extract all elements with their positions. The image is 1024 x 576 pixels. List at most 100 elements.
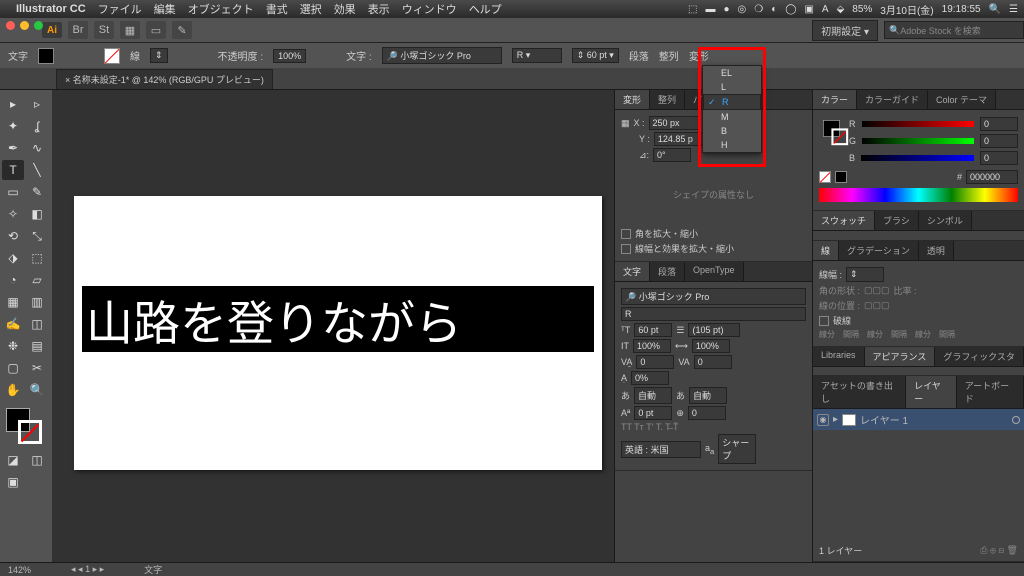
document-tab[interactable]: × 名称未設定-1* @ 142% (RGB/GPU プレビュー)	[56, 69, 273, 89]
direct-selection-tool[interactable]: ▹	[26, 94, 48, 114]
selection-tool[interactable]: ▸	[2, 94, 24, 114]
type-tool[interactable]: T	[2, 160, 24, 180]
antialias-select[interactable]: シャープ	[718, 434, 756, 464]
eyedropper-tool[interactable]: ✍	[2, 314, 24, 334]
canvas-area[interactable]: 山路を登りながら	[52, 90, 614, 562]
stroke-width-input[interactable]: ⇕	[846, 267, 884, 282]
blend-tool[interactable]: ◫	[26, 314, 48, 334]
style-option-m[interactable]: M	[703, 110, 761, 124]
close-window[interactable]	[6, 21, 15, 30]
stroke-weight-input[interactable]: ⇕	[150, 48, 168, 63]
stroke-swatch[interactable]	[104, 48, 120, 64]
workspace-switcher[interactable]: 初期設定 ▾	[812, 20, 878, 41]
free-transform-tool[interactable]: ⬚	[26, 248, 48, 268]
perspective-tool[interactable]: ▱	[26, 270, 48, 290]
paintbrush-tool[interactable]: ✎	[26, 182, 48, 202]
b-input[interactable]: 0	[980, 151, 1018, 165]
artboard[interactable]: 山路を登りながら	[74, 196, 602, 470]
help-menu[interactable]: ヘルプ	[469, 1, 502, 17]
scale-strokes-checkbox[interactable]	[621, 244, 631, 254]
tab-opentype[interactable]: OpenType	[685, 262, 744, 281]
bridge-button[interactable]: Br	[68, 21, 88, 39]
angle-input[interactable]: 0°	[653, 148, 691, 162]
style-option-b[interactable]: B	[703, 124, 761, 138]
baseline-pct-input[interactable]: 0%	[631, 371, 669, 385]
square-icon[interactable]: ▣	[804, 4, 813, 15]
magic-wand-tool[interactable]: ✦	[2, 116, 24, 136]
pen-button[interactable]: ✎	[172, 21, 192, 39]
layer-ops-icons[interactable]: ⎙ ⊕ ⊟ 🗑	[980, 545, 1018, 556]
gradient-tool[interactable]: ▥	[26, 292, 48, 312]
fill-stroke-indicator[interactable]	[6, 408, 42, 444]
bullet-icon[interactable]: ●	[723, 4, 729, 15]
effect-menu[interactable]: 効果	[334, 1, 356, 17]
tab-swatches[interactable]: スウォッチ	[813, 211, 875, 230]
baseline-shift-input[interactable]: 0 pt	[634, 406, 672, 420]
kerning-input[interactable]: 0	[636, 355, 674, 369]
auto2-input[interactable]: 自動	[689, 387, 727, 404]
x-input[interactable]: 250 px	[649, 116, 701, 130]
layer-expand-toggle[interactable]: ▸	[833, 414, 838, 425]
scale-tool[interactable]: ⤡	[26, 226, 48, 246]
zoom-level[interactable]: 142%	[8, 565, 31, 575]
char-size-input[interactable]: 60 pt	[634, 323, 672, 337]
char-leading-input[interactable]: (105 pt)	[688, 323, 740, 337]
tab-brushes[interactable]: ブラシ	[875, 211, 919, 230]
tab-stroke[interactable]: 線	[813, 241, 839, 260]
b-slider[interactable]	[861, 155, 974, 161]
font-size-select[interactable]: ⇕ 60 pt ▾	[572, 48, 619, 63]
shape-builder-tool[interactable]: ◔	[2, 270, 24, 290]
zoom-tool[interactable]: 🔍	[26, 380, 48, 400]
doc-button[interactable]: ▭	[146, 21, 166, 39]
tab-colorguide[interactable]: カラーガイド	[857, 90, 928, 109]
type-menu[interactable]: 書式	[266, 1, 288, 17]
scale-corners-checkbox[interactable]	[621, 229, 631, 239]
tab-character[interactable]: 文字	[615, 262, 650, 281]
style-option-r[interactable]: R	[703, 94, 761, 110]
symbol-sprayer-tool[interactable]: ❉	[2, 336, 24, 356]
color-mode-button[interactable]: ◪	[2, 450, 24, 470]
char-style-select[interactable]: R	[621, 307, 806, 321]
corner-buttons[interactable]: ▢▢▢	[864, 285, 890, 296]
width-tool[interactable]: ⬗	[2, 248, 24, 268]
opacity-input[interactable]: 100%	[273, 49, 306, 63]
pen-tool[interactable]: ✒	[2, 138, 24, 158]
style-option-l[interactable]: L	[703, 80, 761, 94]
edit-menu[interactable]: 編集	[154, 1, 176, 17]
menu-extra-icon[interactable]: ☰	[1009, 4, 1018, 15]
type-feature-buttons[interactable]: TT Tт T′ T. T̶ T̄	[621, 422, 806, 432]
black-swatch[interactable]	[835, 171, 847, 183]
auto1-input[interactable]: 自動	[634, 387, 672, 404]
hand-tool[interactable]: ✋	[2, 380, 24, 400]
rectangle-tool[interactable]: ▭	[2, 182, 24, 202]
slice-tool[interactable]: ✂	[26, 358, 48, 378]
layer-name[interactable]: レイヤー 1	[860, 412, 908, 427]
font-family-select[interactable]: 🔎 小塚ゴシック Pro	[382, 47, 502, 64]
zoom-window[interactable]	[34, 21, 43, 30]
rotate-tool[interactable]: ⟲	[2, 226, 24, 246]
line-icon[interactable]: ▬	[705, 4, 715, 15]
style-option-el[interactable]: EL	[703, 66, 761, 80]
tab-layers[interactable]: レイヤー	[906, 376, 957, 408]
spotlight-icon[interactable]: 🔍	[989, 4, 1001, 15]
mesh-tool[interactable]: ▦	[2, 292, 24, 312]
char-link-label[interactable]: 文字 :	[346, 48, 372, 63]
color-fillstroke-icon[interactable]	[823, 120, 848, 145]
cloud-icon[interactable]: ◐	[771, 4, 777, 15]
select-menu[interactable]: 選択	[300, 1, 322, 17]
tab-graphic-styles[interactable]: グラフィックスタ	[935, 347, 1024, 366]
tab-transform[interactable]: 変形	[615, 90, 650, 109]
curvature-tool[interactable]: ∿	[26, 138, 48, 158]
tab-asset-export[interactable]: アセットの書き出し	[813, 376, 906, 408]
char-rotate-input[interactable]: 0	[688, 406, 726, 420]
hscale-input[interactable]: 100%	[692, 339, 730, 353]
stock-button[interactable]: St	[94, 21, 114, 39]
ring-icon[interactable]: ◯	[785, 4, 796, 15]
battery-icon[interactable]: 85%	[852, 4, 872, 15]
shaper-tool[interactable]: ✧	[2, 204, 24, 224]
adobe-stock-search[interactable]: 🔍 Adobe Stock を検索	[884, 21, 1024, 39]
hex-input[interactable]: 000000	[966, 170, 1018, 184]
tab-symbols[interactable]: シンボル	[919, 211, 972, 230]
app-menu[interactable]: Illustrator CC	[16, 3, 86, 15]
line-tool[interactable]: ╲	[26, 160, 48, 180]
